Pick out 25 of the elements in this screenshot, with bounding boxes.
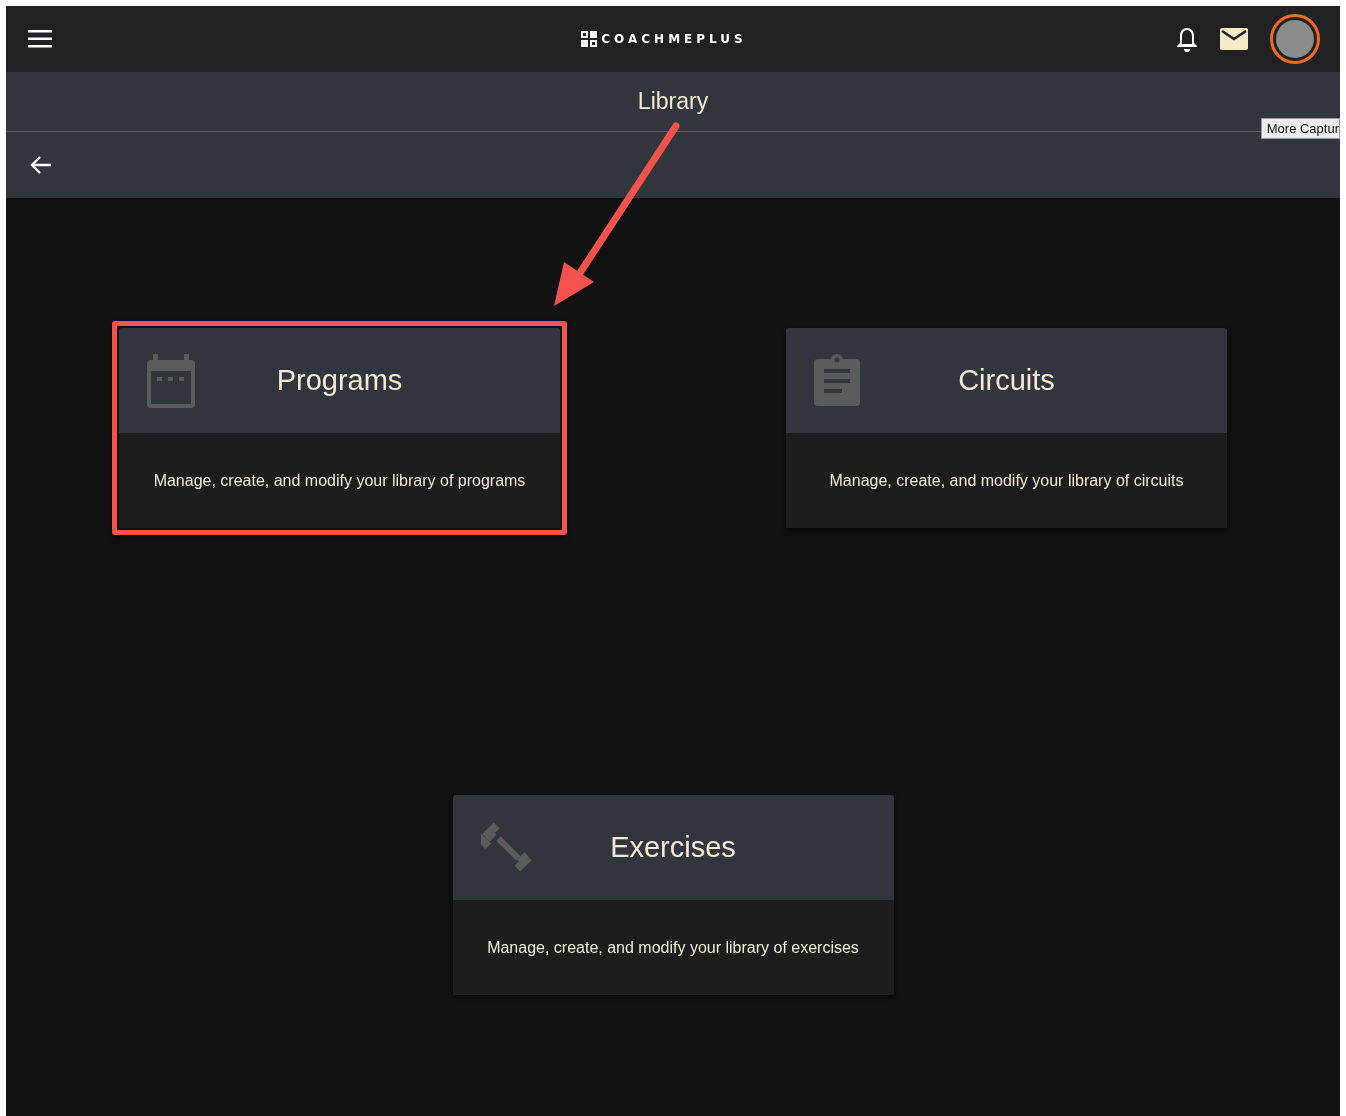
library-card[interactable]: Programs Manage, create, and modify your library of programs <box>112 321 567 535</box>
notifications-button[interactable] <box>1176 26 1198 52</box>
clipboard-icon <box>814 354 860 406</box>
profile-avatar[interactable] <box>1270 14 1320 64</box>
library-card[interactable]: Exercises Manage, create, and modify your library of exercises <box>452 795 894 995</box>
card-description: Manage, create, and modify your library of programs <box>153 470 526 491</box>
bell-icon <box>1176 26 1198 52</box>
back-arrow-icon <box>30 155 52 175</box>
tooltip: More Captur <box>1260 118 1340 139</box>
card-title: Circuits <box>958 364 1055 397</box>
menu-button[interactable] <box>28 30 52 48</box>
mail-icon <box>1220 28 1248 50</box>
card-description: Manage, create, and modify your library of exercises <box>487 937 859 958</box>
back-button[interactable] <box>30 155 52 175</box>
calendar-icon <box>147 354 195 408</box>
logo-icon <box>581 31 598 47</box>
menu-icon <box>28 30 52 48</box>
logo-text: COACHMEPLUS <box>601 32 747 46</box>
messages-button[interactable] <box>1220 28 1248 50</box>
library-card[interactable]: Circuits Manage, create, and modify your library of circuits <box>786 328 1227 528</box>
card-title: Exercises <box>610 831 736 864</box>
card-description: Manage, create, and modify your library of circuits <box>829 470 1184 491</box>
card-title: Programs <box>276 364 403 397</box>
page-title: Library <box>637 88 709 115</box>
dumbbell-icon <box>480 821 533 873</box>
